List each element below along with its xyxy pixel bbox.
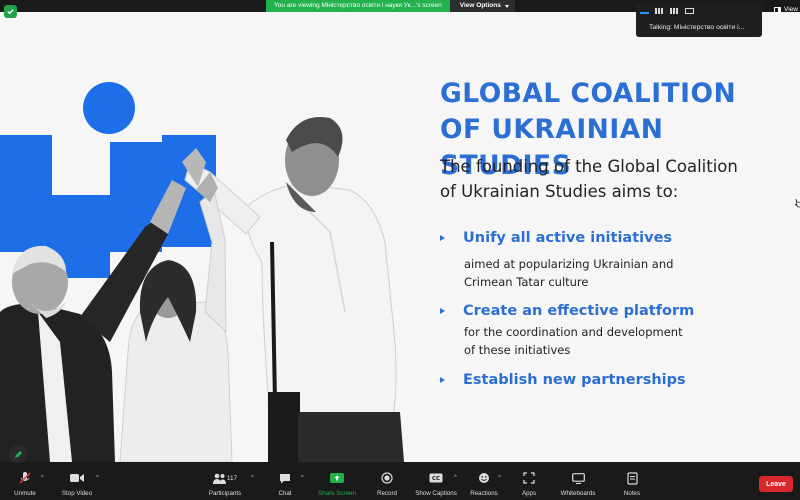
stop-video-button[interactable]: Stop Video — [58, 462, 96, 500]
view-layout-icon — [774, 6, 782, 13]
bullet-text: for the coordination and development — [464, 325, 683, 339]
notes-label: Notes — [623, 490, 641, 497]
bullet-heading: Create an effective platform — [463, 303, 695, 319]
bullet-text: aimed at popularizing Ukrainian and — [464, 257, 674, 271]
view-options-label: View Options — [459, 2, 501, 9]
slide-intro: The founding of the Global Coalition of … — [440, 154, 738, 204]
apps-label: Apps — [521, 490, 537, 497]
bullet-arrow-icon — [440, 377, 445, 383]
show-captions-button[interactable]: CC Show Captions — [412, 462, 460, 500]
hand-cursor-icon — [794, 198, 800, 208]
team-high-five-photo — [0, 116, 404, 462]
view-options-button[interactable]: View Options — [449, 0, 515, 12]
gallery-grid-icon[interactable] — [655, 8, 664, 14]
chat-label: Chat — [278, 490, 292, 497]
slide-intro-line1: The founding of the Global Coalition — [440, 157, 738, 176]
captions-options-caret-icon[interactable]: ^ — [454, 475, 457, 481]
whiteboards-label: Whiteboards — [560, 490, 596, 497]
unmute-label: Unmute — [14, 490, 36, 497]
minimize-icon[interactable] — [640, 8, 649, 14]
record-button[interactable]: Record — [373, 462, 401, 500]
notes-button[interactable]: Notes — [619, 462, 645, 500]
participants-icon: 117 — [212, 470, 238, 486]
share-screen-icon-wrapper — [330, 470, 344, 486]
meeting-toolbar: Unmute ^ Stop Video ^ 117 Participants ^… — [0, 462, 800, 500]
apps-button[interactable]: Apps — [516, 462, 542, 500]
screen-share-banner: You are viewing Міністерство освіти і на… — [266, 0, 515, 12]
smiley-reaction-icon — [478, 470, 490, 486]
reactions-options-caret-icon[interactable]: ^ — [498, 475, 501, 481]
bullet-heading: Establish new partnerships — [463, 372, 686, 388]
participants-count: 117 — [226, 474, 238, 482]
slide-intro-line2: of Ukrainian Studies aims to: — [440, 182, 679, 201]
chevron-down-icon — [504, 4, 509, 8]
bullet-arrow-icon — [440, 308, 445, 314]
share-screen-icon — [330, 473, 344, 483]
notes-icon — [626, 470, 638, 486]
bullet-text: of these initiatives — [464, 343, 571, 357]
video-camera-icon — [70, 470, 84, 486]
microphone-muted-icon — [18, 470, 32, 486]
whiteboard-icon — [571, 470, 585, 486]
viewing-screen-label: You are viewing Міністерство освіти і на… — [266, 0, 450, 12]
speaker-view-icon[interactable] — [670, 8, 679, 14]
chat-bubble-icon — [279, 470, 291, 486]
reactions-button[interactable]: Reactions — [466, 462, 502, 500]
apps-icon — [523, 470, 535, 486]
bullet-text: Crimean Tatar culture — [464, 275, 589, 289]
captions-cc-icon: CC — [429, 470, 443, 486]
svg-text:CC: CC — [432, 476, 440, 482]
participants-button[interactable]: 117 Participants — [205, 462, 245, 500]
record-label: Record — [377, 490, 397, 497]
bullet-heading: Unify all active initiatives — [463, 230, 673, 246]
participants-options-caret-icon[interactable]: ^ — [251, 475, 254, 481]
whiteboards-button[interactable]: Whiteboards — [556, 462, 600, 500]
record-icon — [381, 470, 393, 486]
annotate-pencil-icon[interactable] — [9, 445, 27, 463]
bullet-arrow-icon — [440, 235, 445, 241]
talking-indicator: Talking: Міністерство освіти і... — [649, 24, 745, 31]
show-captions-label: Show Captions — [415, 490, 457, 497]
fullscreen-icon[interactable] — [685, 8, 694, 14]
audio-options-caret-icon[interactable]: ^ — [41, 475, 44, 481]
chat-options-caret-icon[interactable]: ^ — [301, 475, 304, 481]
view-button-label: View — [784, 6, 798, 13]
security-shield-icon[interactable] — [4, 5, 17, 18]
chat-button[interactable]: Chat — [273, 462, 297, 500]
reactions-label: Reactions — [470, 490, 498, 497]
slide-title-line1: GLOBAL COALITION — [440, 78, 737, 109]
view-button[interactable]: View — [774, 6, 798, 13]
stop-video-label: Stop Video — [61, 490, 93, 497]
unmute-button[interactable]: Unmute — [10, 462, 40, 500]
active-speaker-panel: View Talking: Міністерство освіти і... — [636, 3, 798, 37]
leave-button[interactable]: Leave — [759, 476, 793, 492]
share-screen-label: Share Screen — [318, 490, 356, 497]
participants-label: Participants — [208, 490, 242, 497]
video-options-caret-icon[interactable]: ^ — [96, 475, 99, 481]
share-screen-button[interactable]: Share Screen — [316, 462, 358, 500]
shared-screen-slide: GLOBAL COALITION OF UKRAINIAN STUDIES Th… — [0, 12, 800, 462]
